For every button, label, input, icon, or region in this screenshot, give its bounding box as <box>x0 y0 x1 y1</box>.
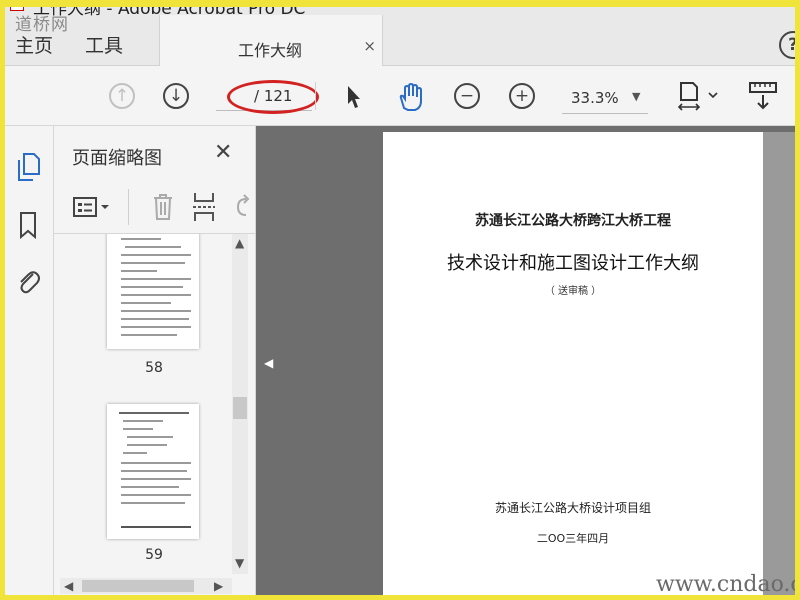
page-thumbnails-icon[interactable] <box>15 152 41 182</box>
acrobat-window: 主页 工具 工作大纲 × ? ↑ ↓ / 121 − + 33.3% ▼ <box>5 7 795 595</box>
title-bar: 工作大纲 - Adobe Acrobat Pro DC <box>5 7 795 19</box>
extract-pages-icon[interactable] <box>191 191 217 223</box>
home-tab[interactable]: 主页 <box>15 31 53 58</box>
highlight-ellipse <box>227 80 319 114</box>
watermark-bottom: www.cndao.c <box>656 572 795 595</box>
collapse-panel-icon[interactable]: ◀ <box>264 356 273 370</box>
scroll-down-icon[interactable]: ▼ <box>235 556 244 570</box>
trash-icon[interactable] <box>150 192 176 222</box>
zoom-in-icon[interactable]: + <box>509 83 535 109</box>
tools-tab[interactable]: 工具 <box>85 31 123 58</box>
thumbnail-label-59: 59 <box>145 547 163 563</box>
scroll-mode-icon[interactable] <box>748 80 778 112</box>
window-title: 工作大纲 - Adobe Acrobat Pro DC <box>33 7 306 19</box>
document-title: 技术设计和施工图设计工作大纲 <box>447 253 699 274</box>
select-arrow-icon[interactable] <box>345 84 363 110</box>
watermark-top: 道桥网 <box>15 15 69 35</box>
rotate-icon[interactable] <box>232 193 250 221</box>
toolbar-divider <box>315 82 316 110</box>
scroll-right-icon[interactable]: ▶ <box>214 579 223 593</box>
help-icon[interactable]: ? <box>779 31 795 59</box>
panel-title: 页面缩略图 <box>72 148 162 169</box>
bookmark-icon[interactable] <box>15 210 41 240</box>
document-tab[interactable]: 工作大纲 × <box>159 15 383 66</box>
thumbnail-vertical-scrollbar[interactable]: ▲ ▼ <box>232 234 248 574</box>
close-tab-icon[interactable]: × <box>363 37 376 55</box>
page-gutter <box>763 132 795 595</box>
panel-divider <box>128 189 129 225</box>
document-date: 二ΟΟ三年四月 <box>536 532 610 545</box>
zoom-select[interactable]: 33.3% ▼ <box>562 85 648 114</box>
scroll-left-icon[interactable]: ◀ <box>64 579 73 593</box>
thumbnails-panel: 页面缩略图 ✕ 58 59 ▲ ▼ ◀ ▶ <box>54 126 256 595</box>
scroll-up-icon[interactable]: ▲ <box>235 236 244 250</box>
prev-page-icon[interactable]: ↑ <box>109 83 135 109</box>
chevron-down-icon: ▼ <box>632 90 641 103</box>
document-page: 苏通长江公路大桥跨江大桥工程 技术设计和施工图设计工作大纲 （ 送审稿 ） 苏通… <box>383 132 763 595</box>
organization: 苏通长江公路大桥设计项目组 <box>494 501 651 515</box>
left-icon-bar <box>5 126 54 595</box>
panel-toolbar <box>54 181 255 234</box>
zoom-out-icon[interactable]: − <box>454 83 480 109</box>
document-tab-label: 工作大纲 <box>238 41 303 60</box>
close-panel-icon[interactable]: ✕ <box>214 140 232 165</box>
thumbnail-page-59[interactable] <box>107 404 199 539</box>
attachment-icon[interactable] <box>15 266 41 296</box>
horizontal-scrollbar-thumb[interactable] <box>82 580 194 592</box>
project-name: 苏通长江公路大桥跨江大桥工程 <box>475 213 671 229</box>
page-fit-icon[interactable] <box>677 80 721 112</box>
thumbnail-horizontal-scrollbar[interactable]: ◀ ▶ <box>60 578 232 594</box>
zoom-value: 33.3% <box>571 89 619 107</box>
next-page-icon[interactable]: ↓ <box>163 83 189 109</box>
thumbnail-list: 58 59 <box>54 234 232 574</box>
thumbnail-page-58[interactable] <box>107 234 199 349</box>
scrollbar-thumb[interactable] <box>233 397 247 419</box>
hand-tool-icon[interactable] <box>396 82 426 112</box>
thumbnail-options-icon[interactable] <box>72 195 116 221</box>
document-view[interactable]: ◀ 苏通长江公路大桥跨江大桥工程 技术设计和施工图设计工作大纲 （ 送审稿 ） … <box>256 126 795 595</box>
thumbnail-label-58: 58 <box>145 360 163 376</box>
toolbar: ↑ ↓ / 121 − + 33.3% ▼ <box>5 66 795 126</box>
document-subtitle: （ 送审稿 ） <box>544 286 602 297</box>
